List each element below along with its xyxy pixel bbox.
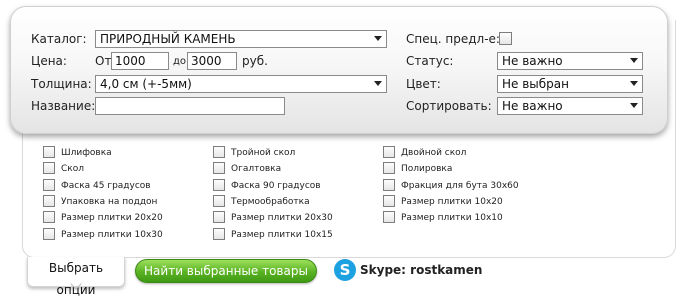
option-checkbox[interactable] <box>213 211 225 223</box>
option-checkbox[interactable] <box>383 179 395 191</box>
thickness-select[interactable]: 4,0 см (+-5мм) <box>95 75 387 93</box>
price-label: Цена: <box>31 54 67 68</box>
catalog-select-value: ПРИРОДНЫЙ КАМЕНЬ <box>100 32 236 46</box>
skype-icon[interactable]: S <box>334 259 356 281</box>
chevron-down-icon <box>630 81 638 86</box>
catalog-label: Каталог: <box>31 32 87 46</box>
price-to-input[interactable]: 3000 <box>187 52 237 70</box>
option-checkbox[interactable] <box>43 211 55 223</box>
special-offer-checkbox[interactable] <box>499 32 512 45</box>
price-from-label: От <box>95 54 112 68</box>
option-checkbox[interactable] <box>43 146 55 158</box>
sort-select[interactable]: Не важно <box>497 97 643 115</box>
option-checkbox[interactable] <box>213 179 225 191</box>
color-select-value: Не выбран <box>502 77 569 91</box>
option-checkbox[interactable] <box>213 228 225 240</box>
option-checkbox[interactable] <box>383 146 395 158</box>
option-checkbox[interactable] <box>213 195 225 207</box>
catalog-select[interactable]: ПРИРОДНЫЙ КАМЕНЬ <box>95 30 387 48</box>
special-offer-label: Спец. предл-е: <box>406 32 500 46</box>
option-checkbox[interactable] <box>43 228 55 240</box>
color-label: Цвет: <box>406 77 441 91</box>
thickness-select-value: 4,0 см (+-5мм) <box>100 77 192 91</box>
option-checkbox[interactable] <box>383 162 395 174</box>
option-checkbox[interactable] <box>213 146 225 158</box>
chevron-down-icon <box>374 36 382 41</box>
price-unit: руб. <box>242 54 268 68</box>
chevron-down-icon <box>374 81 382 86</box>
chevron-down-icon <box>630 103 638 108</box>
thickness-label: Толщина: <box>31 77 92 91</box>
status-select-value: Не важно <box>502 54 563 68</box>
option-checkbox[interactable] <box>383 211 395 223</box>
sort-label: Сортировать: <box>406 99 492 113</box>
find-products-button[interactable]: Найти выбранные товары <box>135 259 317 283</box>
status-label: Статус: <box>406 54 454 68</box>
option-checkbox[interactable] <box>213 162 225 174</box>
options-toggle-tab[interactable]: Выбрать опции <box>27 257 125 297</box>
name-label: Название: <box>31 99 96 113</box>
skype-contact[interactable]: Skype: rostkamen <box>360 263 482 277</box>
option-checkbox[interactable] <box>43 162 55 174</box>
option-checkbox[interactable] <box>43 195 55 207</box>
option-checkbox[interactable] <box>383 195 395 207</box>
option-checkbox[interactable] <box>43 179 55 191</box>
name-input[interactable] <box>95 97 285 115</box>
status-select[interactable]: Не важно <box>497 52 643 70</box>
color-select[interactable]: Не выбран <box>497 75 643 93</box>
chevron-down-icon <box>630 58 638 63</box>
price-from-input[interactable]: 1000 <box>111 52 169 70</box>
price-to-label: до <box>173 56 187 67</box>
sort-select-value: Не важно <box>502 99 563 113</box>
filter-card: Каталог: ПРИРОДНЫЙ КАМЕНЬ Цена: От 1000 … <box>10 6 668 134</box>
